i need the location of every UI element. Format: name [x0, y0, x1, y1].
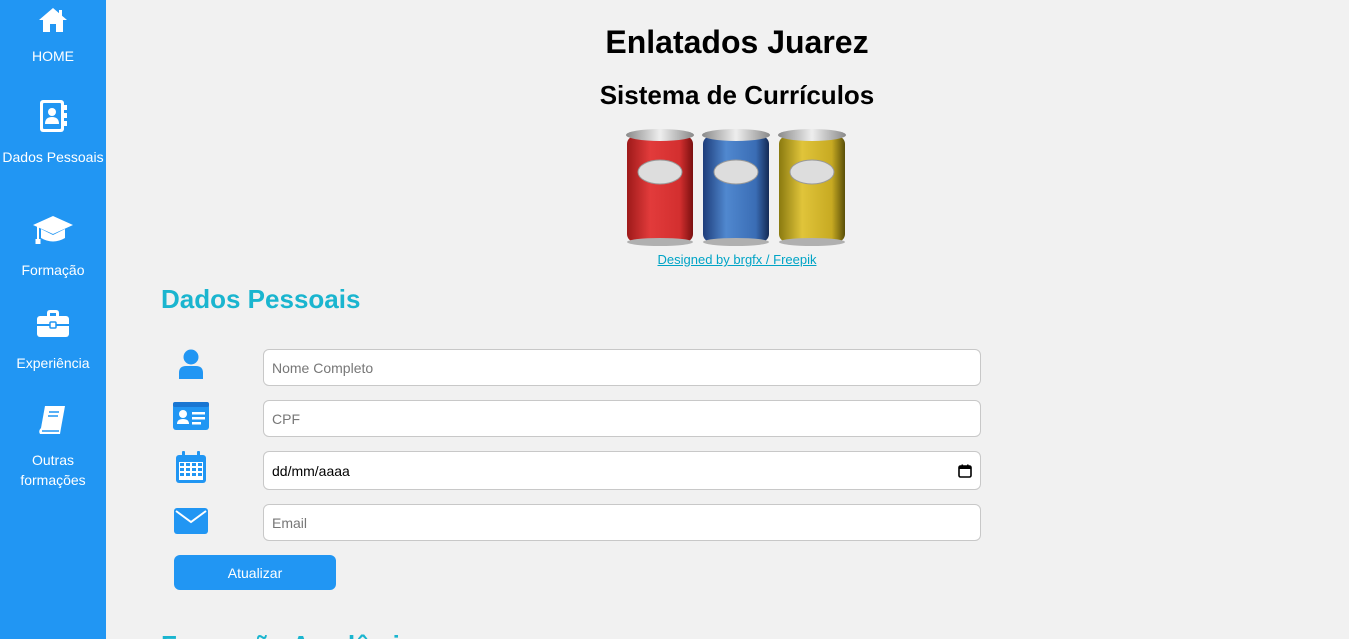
sidebar-item-label: Formação	[21, 262, 85, 278]
page-subtitle: Sistema de Currículos	[599, 80, 875, 110]
sidebar-item-dados-pessoais[interactable]: Dados Pessoais	[0, 99, 106, 167]
sidebar-item-label: Experiência	[16, 355, 90, 371]
email-input[interactable]	[263, 504, 981, 541]
home-icon	[39, 8, 67, 32]
calendar-picker-icon[interactable]	[958, 464, 972, 478]
image-credit: Designed by brgfx / Freepik	[106, 252, 1349, 267]
calendar-icon	[173, 451, 209, 483]
user-icon	[173, 348, 209, 380]
section-title-dados-pessoais: Dados Pessoais	[161, 284, 361, 314]
sidebar-item-outras-formacoes[interactable]: Outras formações	[0, 404, 106, 490]
credit-link[interactable]: Designed by brgfx / Freepik	[658, 252, 817, 267]
graduation-cap-icon	[33, 216, 73, 244]
cans-logo	[626, 129, 846, 246]
briefcase-icon	[37, 310, 69, 337]
sidebar: HOME Dados Pessoais Formação Experiência…	[0, 0, 106, 639]
sidebar-item-experiencia[interactable]: Experiência	[0, 309, 106, 373]
book-icon	[39, 406, 65, 434]
sidebar-item-home[interactable]: HOME	[0, 6, 106, 66]
page-title: Enlatados Juarez	[605, 24, 869, 60]
id-card-icon	[173, 400, 209, 432]
envelope-icon	[173, 505, 209, 537]
date-value: dd/mm/aaaa	[272, 462, 350, 479]
sidebar-item-formacao[interactable]: Formação	[0, 214, 106, 280]
section-title-formacao-academica: Formação Acadêmica	[161, 630, 429, 639]
cpf-input[interactable]	[263, 400, 981, 437]
sidebar-item-label: Outras formações	[20, 452, 86, 488]
sidebar-item-label: Dados Pessoais	[2, 149, 104, 165]
address-book-icon	[40, 100, 67, 132]
data-nascimento-input[interactable]: dd/mm/aaaa	[263, 451, 981, 490]
main-content: Enlatados Juarez Sistema de Currículos D…	[106, 0, 1349, 639]
sidebar-item-label: HOME	[32, 48, 74, 64]
atualizar-button[interactable]: Atualizar	[174, 555, 336, 590]
nome-completo-input[interactable]	[263, 349, 981, 386]
